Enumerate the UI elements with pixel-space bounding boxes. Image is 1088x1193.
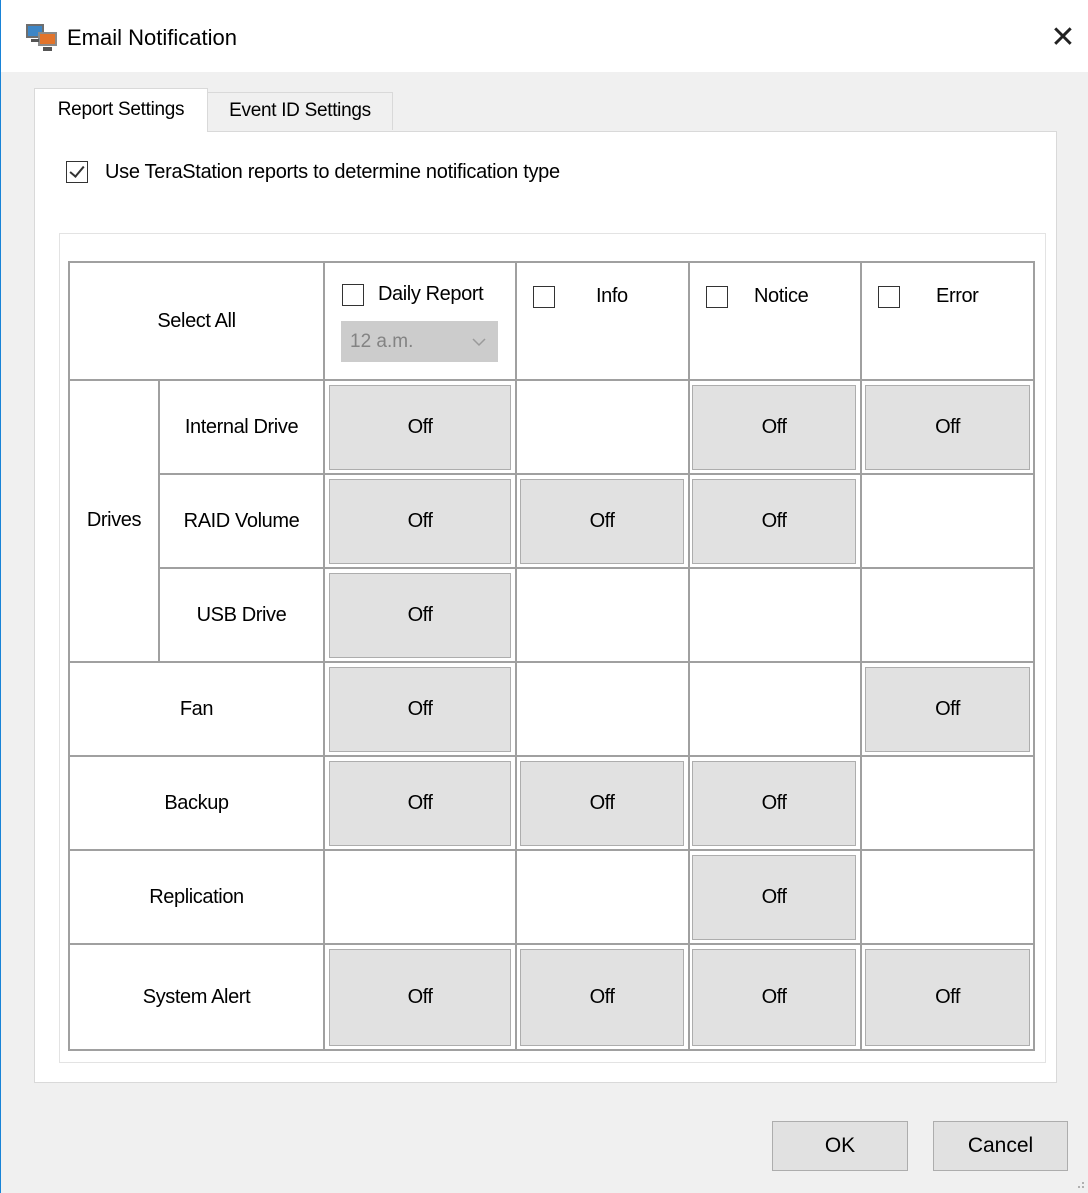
usb-drive-daily-report-button[interactable]: Off [329, 573, 511, 658]
row-label-text: System Alert [142, 985, 251, 1008]
backup-daily-report-button[interactable]: Off [329, 761, 511, 846]
row-label-replication: Replication [70, 851, 323, 943]
grid-line [68, 943, 1035, 945]
replication-notice-button[interactable]: Off [692, 855, 856, 940]
system-alert-notice-button[interactable]: Off [692, 949, 856, 1046]
system-alert-daily-report-button[interactable]: Off [329, 949, 511, 1046]
daily-report-time-select[interactable]: 12 a.m. [341, 321, 498, 362]
error-checkbox[interactable] [878, 286, 900, 308]
error-label: Error [936, 285, 979, 307]
grid-line [68, 849, 1035, 851]
email-notification-dialog: Email Notification ✕ Report Settings Eve… [0, 0, 1088, 1193]
system-alert-info-button[interactable]: Off [520, 949, 684, 1046]
use-reports-label: Use TeraStation reports to determine not… [105, 161, 560, 183]
row-label-text: Replication [149, 885, 244, 908]
row-label-backup: Backup [70, 757, 323, 849]
grid-line [68, 661, 1035, 663]
notice-checkbox[interactable] [706, 286, 728, 308]
row-label-text: RAID Volume [183, 509, 300, 532]
drives-group-cell: Drives [70, 381, 158, 660]
row-label-usb-drive: USB Drive [160, 569, 323, 661]
raid-volume-daily-report-button[interactable]: Off [329, 479, 511, 564]
row-label-fan: Fan [70, 663, 323, 755]
row-label-text: USB Drive [196, 603, 287, 626]
daily-report-time-value: 12 a.m. [350, 331, 414, 352]
backup-info-button[interactable]: Off [520, 761, 684, 846]
tab-event-id-settings[interactable]: Event ID Settings [207, 92, 393, 130]
daily-report-checkbox[interactable] [342, 284, 364, 306]
network-computer-icon [26, 24, 57, 51]
title-bar: Email Notification ✕ [1, 0, 1088, 72]
internal-drive-notice-button[interactable]: Off [692, 385, 856, 470]
drives-group-label: Drives [86, 509, 142, 531]
grid-line [158, 379, 160, 662]
fan-error-button[interactable]: Off [865, 667, 1030, 752]
select-all-cell: Select All [70, 263, 323, 379]
raid-volume-info-button[interactable]: Off [520, 479, 684, 564]
tab-report-settings[interactable]: Report Settings [34, 88, 208, 132]
cancel-button[interactable]: Cancel [933, 1121, 1068, 1171]
daily-report-label: Daily Report [378, 283, 484, 305]
ok-button[interactable]: OK [772, 1121, 908, 1171]
row-label-internal-drive: Internal Drive [160, 381, 323, 473]
fan-daily-report-button[interactable]: Off [329, 667, 511, 752]
grid-line [158, 567, 1035, 569]
grid-line [68, 261, 1035, 263]
system-alert-error-button[interactable]: Off [865, 949, 1030, 1046]
notice-label: Notice [754, 285, 809, 307]
info-checkbox[interactable] [533, 286, 555, 308]
resize-grip-icon[interactable] [1073, 1177, 1085, 1189]
raid-volume-notice-button[interactable]: Off [692, 479, 856, 564]
window-title: Email Notification [67, 25, 237, 50]
grid-line [68, 755, 1035, 757]
select-all-label: Select All [157, 309, 236, 332]
use-reports-checkbox[interactable] [66, 161, 88, 183]
grid-line [68, 379, 1035, 381]
backup-notice-button[interactable]: Off [692, 761, 856, 846]
grid-line [158, 473, 1035, 475]
close-button[interactable]: ✕ [1041, 16, 1085, 60]
chevron-down-icon [472, 338, 486, 347]
row-label-system-alert: System Alert [70, 945, 323, 1049]
grid-line [68, 1049, 1035, 1051]
row-label-text: Backup [164, 791, 229, 814]
row-label-raid-volume: RAID Volume [160, 475, 323, 567]
row-label-text: Fan [179, 697, 214, 720]
internal-drive-daily-report-button[interactable]: Off [329, 385, 511, 470]
internal-drive-error-button[interactable]: Off [865, 385, 1030, 470]
info-label: Info [596, 285, 628, 307]
row-label-text: Internal Drive [184, 415, 299, 438]
